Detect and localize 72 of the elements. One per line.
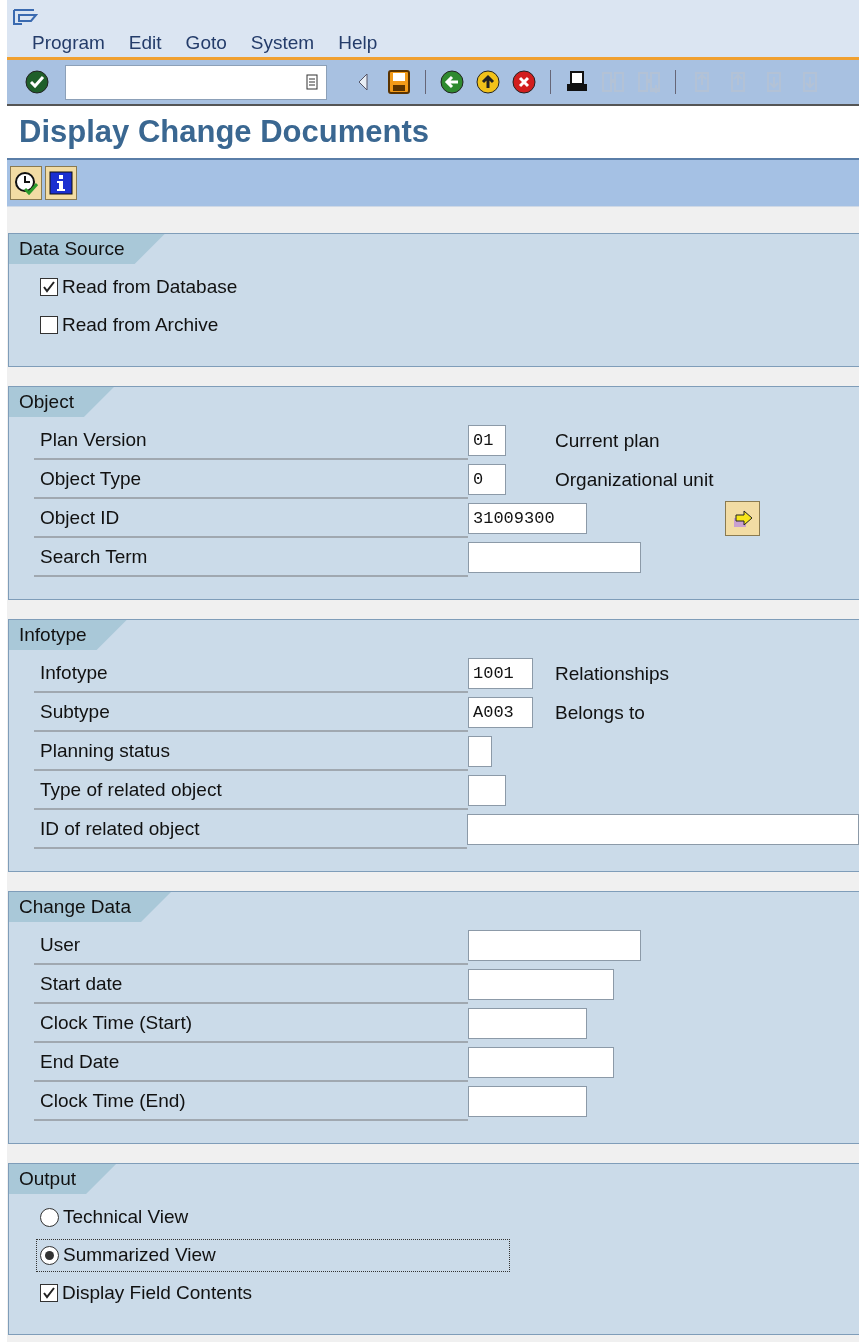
menu-item[interactable]: Help (338, 31, 378, 54)
back-icon[interactable] (438, 68, 466, 96)
cancel-icon[interactable] (510, 68, 538, 96)
checkbox-option[interactable]: Display Field Contents (36, 1276, 254, 1310)
input-field[interactable]: A003 (468, 697, 533, 728)
execute-button[interactable] (10, 166, 42, 200)
arrow-icon (731, 507, 754, 530)
input-field[interactable] (467, 814, 859, 845)
input-field[interactable]: 31009300 (468, 503, 587, 534)
section-title: Object (9, 387, 114, 417)
radio-option[interactable]: Technical View (36, 1200, 190, 1234)
info-icon (49, 171, 73, 195)
radio-label[interactable]: Summarized View (63, 1244, 216, 1266)
command-field[interactable] (65, 64, 327, 100)
radio-option[interactable]: Summarized View (36, 1238, 510, 1272)
input-field[interactable]: 01 (468, 425, 506, 456)
field-label: Clock Time (Start) (34, 1004, 468, 1043)
field-label: ID of related object (34, 810, 468, 849)
field-label: Start date (34, 965, 468, 1004)
field-label: Type of related object (34, 771, 468, 810)
checkbox[interactable] (40, 278, 58, 296)
checkbox-label[interactable]: Read from Archive (62, 314, 219, 336)
radio-label[interactable]: Technical View (63, 1206, 189, 1228)
input-field[interactable] (468, 1086, 587, 1117)
field-description: Belongs to (555, 701, 645, 724)
enter-icon[interactable] (23, 68, 51, 96)
field-description: Current plan (555, 429, 660, 452)
radio-button[interactable] (40, 1245, 59, 1265)
checkbox-option[interactable]: Read from Database (36, 270, 239, 304)
field-description: Organizational unit (555, 468, 714, 491)
save-icon[interactable] (385, 68, 413, 96)
checkbox-label[interactable]: Read from Database (62, 276, 238, 298)
menu-icon[interactable] (12, 8, 38, 28)
checkbox[interactable] (40, 1284, 58, 1302)
menu-item[interactable]: Program (32, 31, 105, 54)
input-field[interactable] (468, 1008, 587, 1039)
info-button[interactable] (45, 166, 77, 200)
checkbox-option[interactable]: Read from Archive (36, 308, 220, 342)
input-field[interactable] (468, 736, 492, 767)
field-label: User (34, 926, 468, 965)
input-field[interactable] (468, 542, 641, 573)
checkbox-label[interactable]: Display Field Contents (62, 1282, 253, 1304)
menu-item[interactable]: System (250, 31, 315, 54)
field-label: Subtype (34, 693, 468, 732)
exit-icon[interactable] (474, 68, 502, 96)
field-label: Clock Time (End) (34, 1082, 468, 1121)
section-title: Change Data (9, 892, 171, 922)
field-label: Search Term (34, 538, 468, 577)
navigate-button[interactable] (725, 501, 760, 536)
radio-button[interactable] (40, 1207, 59, 1227)
field-label: Object ID (34, 499, 468, 538)
input-field[interactable]: 0 (468, 464, 506, 495)
checkbox[interactable] (40, 316, 58, 334)
input-field[interactable] (468, 1047, 614, 1078)
section-title: Data Source (9, 234, 165, 264)
input-field[interactable] (468, 775, 506, 806)
input-field[interactable]: 1001 (468, 658, 533, 689)
input-field[interactable] (468, 930, 641, 961)
field-label: Object Type (34, 460, 468, 499)
menu-item[interactable]: Goto (185, 31, 227, 54)
field-description: Relationships (555, 662, 670, 685)
section-title: Output (9, 1164, 117, 1194)
field-label: Planning status (34, 732, 468, 771)
field-label: Plan Version (34, 421, 468, 460)
field-label: End Date (34, 1043, 468, 1082)
history-icon[interactable] (306, 74, 318, 90)
clock-check-icon (14, 171, 38, 195)
menu-item[interactable]: Edit (128, 31, 162, 54)
input-field[interactable] (468, 969, 614, 1000)
page-title: Display Change Documents (19, 114, 429, 150)
field-label: Infotype (34, 654, 468, 693)
section-title: Infotype (9, 620, 127, 650)
